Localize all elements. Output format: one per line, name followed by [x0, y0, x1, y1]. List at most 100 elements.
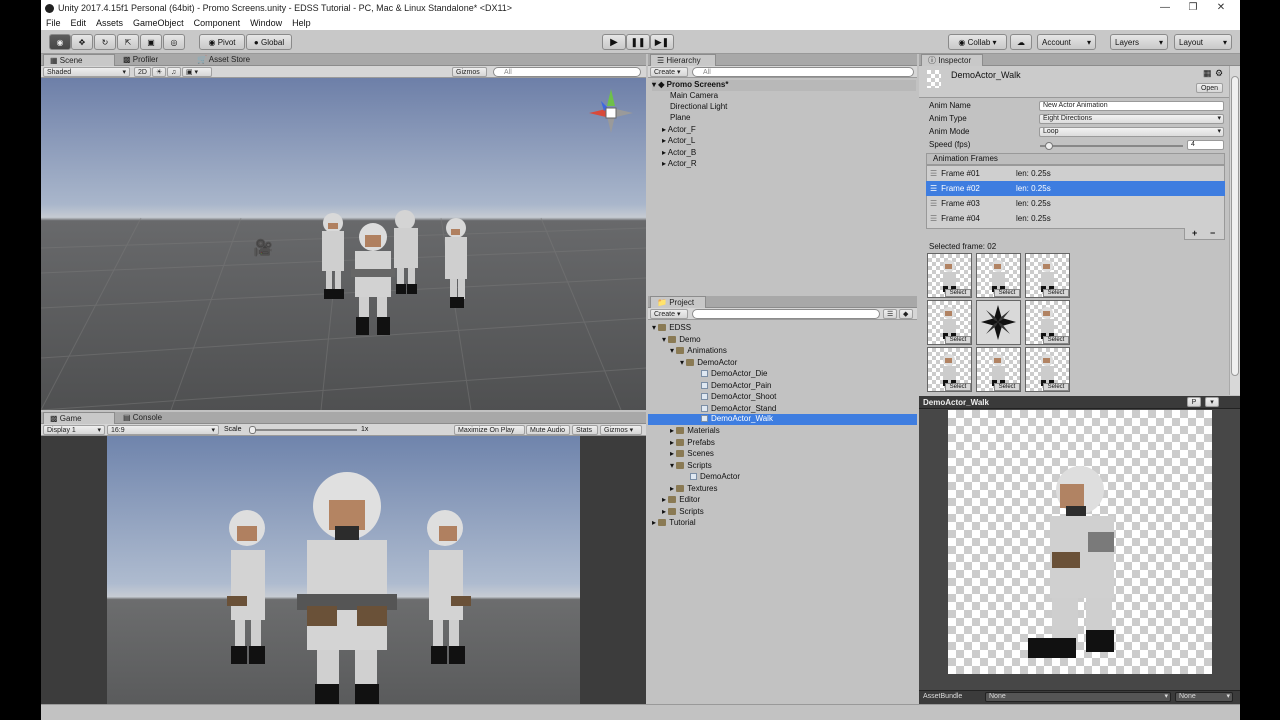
maximize-on-play-toggle[interactable]: Maximize On Play — [454, 425, 525, 435]
menu-window[interactable]: Window — [250, 18, 282, 28]
menu-component[interactable]: Component — [194, 18, 241, 28]
frame-row-selected[interactable]: ☰ Frame #02 len: 0.25s — [926, 181, 1225, 196]
inspector-scrollbar[interactable] — [1229, 66, 1240, 395]
menu-assets[interactable]: Assets — [96, 18, 123, 28]
project-create-dropdown[interactable]: Create ▾ — [650, 309, 688, 319]
play-button[interactable]: ▶ — [602, 34, 626, 50]
hierarchy-item[interactable]: ▸ Actor_B — [662, 148, 696, 157]
pause-button[interactable]: ❚❚ — [626, 34, 650, 50]
project-item[interactable]: ▸ Materials — [670, 426, 720, 435]
project-item[interactable]: ▸ Editor — [662, 495, 700, 504]
project-item[interactable]: ▸ Textures — [670, 484, 717, 493]
hierarchy-create-dropdown[interactable]: Create ▾ — [650, 67, 688, 77]
frame-row[interactable]: ☰ Frame #01 len: 0.25s — [926, 166, 1225, 181]
hierarchy-item[interactable]: ▸ Actor_L — [662, 136, 695, 145]
layout-dropdown[interactable]: Layout ▾ — [1174, 34, 1232, 50]
display-dropdown[interactable]: Display 1 ▾ — [43, 425, 105, 435]
menu-help[interactable]: Help — [292, 18, 311, 28]
menu-gameobject[interactable]: GameObject — [133, 18, 184, 28]
project-item[interactable]: DemoActor_Stand — [701, 404, 776, 413]
collab-button[interactable]: ◉ Collab ▾ — [948, 34, 1007, 50]
minimize-button[interactable]: — — [1151, 0, 1179, 16]
select-button[interactable]: Select — [994, 289, 1020, 297]
speed-slider[interactable] — [1040, 142, 1183, 150]
rect-tool-button[interactable]: ▣ — [140, 34, 162, 50]
tab-console[interactable]: ▤ Console — [117, 412, 168, 424]
effects-dropdown[interactable]: ▣ ▾ — [182, 67, 212, 77]
game-gizmos-dropdown[interactable]: Gizmos ▾ — [600, 425, 642, 435]
pivot-button[interactable]: ◉ Pivot — [199, 34, 245, 50]
scale-slider-thumb[interactable] — [249, 426, 256, 434]
hand-tool-button[interactable]: ◉ — [49, 34, 71, 50]
settings-gear-icon[interactable]: ⚙ — [1215, 68, 1223, 79]
scene-viewport[interactable]: 🎥 — [41, 78, 646, 410]
hierarchy-item[interactable]: Directional Light — [670, 102, 727, 111]
anim-mode-dropdown[interactable]: Loop ▾ — [1039, 127, 1224, 137]
anim-type-dropdown[interactable]: Eight Directions ▾ — [1039, 114, 1224, 124]
select-button[interactable]: Select — [1043, 289, 1069, 297]
anim-name-field[interactable]: New Actor Animation — [1039, 101, 1224, 111]
tab-scene[interactable]: ▦ Scene — [43, 54, 115, 66]
project-item[interactable]: ▸ Tutorial — [652, 518, 696, 527]
preview-p-button[interactable]: P — [1187, 397, 1201, 407]
project-item[interactable]: ▾ Animations — [670, 346, 727, 355]
inspector-scrollbar-thumb[interactable] — [1231, 76, 1239, 376]
assetbundle-dropdown[interactable]: None ▾ — [985, 692, 1171, 702]
audio-icon[interactable]: ♫ — [167, 67, 181, 77]
move-tool-button[interactable]: ✥ — [71, 34, 93, 50]
help-icon[interactable]: ▦ — [1203, 68, 1212, 79]
project-item[interactable]: ▸ Prefabs — [670, 438, 715, 447]
remove-frame-button[interactable]: − — [1210, 228, 1215, 238]
scale-slider[interactable] — [249, 426, 357, 434]
project-item-selected[interactable]: DemoActor_Walk — [648, 414, 917, 425]
tab-project[interactable]: 📁 Project — [650, 296, 706, 308]
tab-asset-store[interactable]: 🛒 Asset Store — [191, 54, 256, 66]
tab-inspector[interactable]: ⓘ Inspector — [921, 54, 983, 66]
project-search-input[interactable] — [692, 309, 880, 319]
aspect-dropdown[interactable]: 16:9 ▾ — [107, 425, 219, 435]
menu-edit[interactable]: Edit — [71, 18, 87, 28]
project-item[interactable]: DemoActor_Pain — [701, 381, 771, 390]
hierarchy-item[interactable]: ▸ Actor_R — [662, 159, 697, 168]
select-button[interactable]: Select — [994, 383, 1020, 391]
account-dropdown[interactable]: Account ▾ — [1037, 34, 1096, 50]
actor-f[interactable] — [343, 221, 403, 341]
speed-slider-thumb[interactable] — [1045, 142, 1053, 150]
tab-hierarchy[interactable]: ☰ Hierarchy — [650, 54, 716, 66]
hierarchy-item[interactable]: Plane — [670, 113, 690, 122]
select-button[interactable]: Select — [945, 383, 971, 391]
shading-mode-dropdown[interactable]: Shaded ▾ — [43, 67, 130, 77]
transform-tool-button[interactable]: ◎ — [163, 34, 185, 50]
lighting-icon[interactable]: ☀ — [152, 67, 166, 77]
step-button[interactable]: ▶❚ — [650, 34, 674, 50]
mute-audio-toggle[interactable]: Mute Audio — [526, 425, 570, 435]
select-button[interactable]: Select — [1043, 336, 1069, 344]
frame-row[interactable]: ☰ Frame #04 len: 0.25s — [926, 211, 1225, 226]
maximize-button[interactable]: ❐ — [1179, 0, 1207, 16]
cloud-icon[interactable]: ☁ — [1010, 34, 1032, 50]
add-frame-button[interactable]: + — [1192, 228, 1197, 238]
global-button[interactable]: ● Global — [246, 34, 292, 50]
select-button[interactable]: Select — [1043, 383, 1069, 391]
2d-toggle[interactable]: 2D — [134, 67, 151, 77]
project-item[interactable]: DemoActor_Die — [701, 369, 767, 378]
stats-toggle[interactable]: Stats — [572, 425, 598, 435]
project-item[interactable]: DemoActor — [690, 472, 740, 481]
frame-row[interactable]: ☰ Frame #03 len: 0.25s — [926, 196, 1225, 211]
orientation-gizmo-icon[interactable] — [586, 86, 636, 136]
preview-menu-icon[interactable]: ▾ — [1205, 397, 1219, 407]
menu-file[interactable]: File — [46, 18, 61, 28]
project-item[interactable]: ▸ Scripts — [662, 507, 704, 516]
scene-gizmos-dropdown[interactable]: Gizmos ▾ — [452, 67, 487, 86]
project-item[interactable]: ▾ Demo — [662, 335, 701, 344]
project-item[interactable]: ▾ EDSS — [652, 323, 691, 332]
select-button[interactable]: Select — [945, 289, 971, 297]
tab-game[interactable]: ▩ Game — [43, 412, 115, 424]
project-item[interactable]: ▾ Scripts — [670, 461, 712, 470]
project-item[interactable]: ▸ Scenes — [670, 449, 714, 458]
filter-type-icon[interactable]: ☰ — [883, 309, 897, 319]
rotate-tool-button[interactable]: ↻ — [94, 34, 116, 50]
scene-root-item[interactable]: ▾ ◆ Promo Screens* — [652, 80, 916, 91]
project-item[interactable]: DemoActor_Shoot — [701, 392, 776, 401]
scene-search-input[interactable]: All — [493, 67, 641, 77]
